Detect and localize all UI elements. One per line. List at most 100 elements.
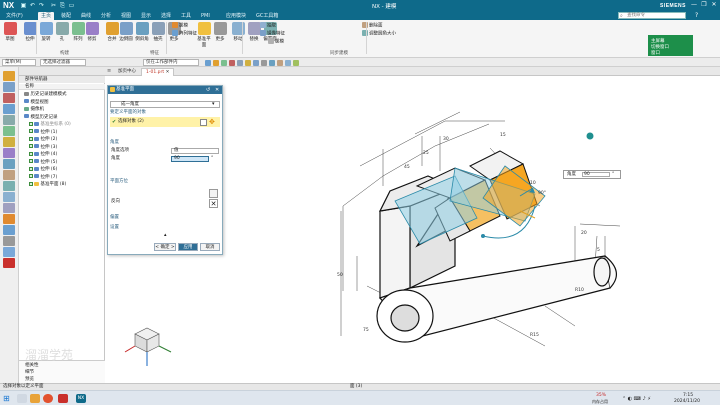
- wps-icon[interactable]: [58, 394, 68, 403]
- section-angle[interactable]: 角度: [110, 139, 220, 146]
- ok-button[interactable]: < 确定 >: [154, 243, 176, 251]
- ribbon-small-button[interactable]: 调整圆角大小: [362, 30, 396, 37]
- ribbon-button[interactable]: 移动: [230, 22, 246, 48]
- navigator-row[interactable]: 拉伸 (1): [19, 129, 105, 137]
- window-switch-panel[interactable]: 主屏幕 切换窗口 窗口: [648, 35, 693, 56]
- menu-tab[interactable]: 装配: [58, 12, 74, 20]
- section-offset[interactable]: 偏置: [110, 214, 220, 221]
- help-icon[interactable]: ?: [695, 12, 698, 19]
- navigator-row[interactable]: 基准平面 (8): [19, 181, 105, 189]
- snap-tool-icon[interactable]: [245, 59, 251, 66]
- resource-tab-icon[interactable]: [3, 225, 15, 235]
- snap-icon[interactable]: ✥: [209, 118, 215, 126]
- close-dialog-icon[interactable]: ✕: [215, 86, 219, 94]
- snap-tool-icon[interactable]: [253, 59, 259, 66]
- angle-onscreen-input[interactable]: 角度 90 °: [563, 170, 621, 179]
- visibility-check-icon[interactable]: [29, 136, 33, 141]
- search-taskbar-icon[interactable]: [17, 394, 27, 403]
- nx-taskbar-icon[interactable]: NX: [76, 394, 86, 403]
- navigator-row[interactable]: 模型历史记录: [19, 114, 105, 122]
- navigator-row[interactable]: 拉伸 (2): [19, 136, 105, 144]
- reverse-direction-button[interactable]: ✕: [209, 199, 218, 208]
- flip-icon[interactable]: [209, 189, 218, 198]
- menu-tab[interactable]: PMI: [198, 12, 213, 20]
- ribbon-button[interactable]: 孔: [54, 22, 70, 48]
- undo-icon[interactable]: ↶: [29, 2, 36, 9]
- copy-icon[interactable]: ⎘: [59, 2, 66, 9]
- command-search-input[interactable]: 查找命令: [618, 12, 686, 19]
- ribbon-button[interactable]: 更多: [212, 22, 228, 48]
- menu-tab[interactable]: 显示: [138, 12, 154, 20]
- snap-tool-icon[interactable]: [237, 59, 243, 66]
- view-triad[interactable]: [124, 327, 172, 366]
- resource-tab-icon[interactable]: [3, 115, 15, 125]
- section-objects[interactable]: 要定义平面的对象: [110, 109, 220, 116]
- explorer-icon[interactable]: [30, 394, 40, 403]
- visibility-check-icon[interactable]: [29, 151, 33, 156]
- ribbon-small-button[interactable]: 抽取: [260, 22, 276, 29]
- resource-tab-icon[interactable]: [3, 159, 15, 169]
- resource-tab-icon[interactable]: [3, 258, 15, 268]
- save-icon[interactable]: ▣: [20, 2, 27, 9]
- plane-type-dropdown[interactable]: 成一角度: [110, 101, 220, 108]
- ribbon-button[interactable]: 倒斜角: [134, 22, 150, 48]
- resource-tab-icon[interactable]: [3, 203, 15, 213]
- resource-tab-icon[interactable]: [3, 214, 15, 224]
- selection-scope-dropdown[interactable]: 仅在工作部件内: [143, 59, 199, 66]
- snap-tool-icon[interactable]: [277, 59, 283, 66]
- ribbon-button[interactable]: 抽壳: [150, 22, 166, 48]
- visibility-check-icon[interactable]: [29, 144, 33, 148]
- navigator-row[interactable]: 历史记录建模模式: [19, 91, 105, 99]
- snap-tool-icon[interactable]: [229, 59, 235, 66]
- navigator-row[interactable]: 拉伸 (7): [19, 174, 105, 182]
- navigator-row[interactable]: 模型视图: [19, 99, 105, 107]
- apply-button[interactable]: 应用: [178, 243, 198, 251]
- snap-tool-icon[interactable]: [269, 59, 275, 66]
- ribbon-button[interactable]: 边倒圆: [118, 22, 134, 48]
- reset-icon[interactable]: ↺: [206, 86, 210, 94]
- menu-tab[interactable]: 选择: [158, 12, 174, 20]
- resource-tab-icon[interactable]: [3, 247, 15, 257]
- navigator-row[interactable]: 拉伸 (5): [19, 159, 105, 167]
- navigator-column-header[interactable]: 名称: [19, 84, 105, 90]
- resource-tab-icon[interactable]: [3, 148, 15, 158]
- resource-tab-icon[interactable]: [3, 170, 15, 180]
- angle-value-field[interactable]: 90: [171, 156, 209, 162]
- resource-tab-icon[interactable]: [3, 236, 15, 246]
- selection-filter-dropdown[interactable]: 无选择过滤器: [40, 59, 86, 66]
- minimize-button[interactable]: —: [690, 1, 698, 9]
- tab-part-file[interactable]: 1-01.prt ✕: [141, 68, 175, 76]
- menu-dropdown[interactable]: 菜单(M): [2, 59, 36, 66]
- menu-tab[interactable]: 工具: [178, 12, 194, 20]
- section-plane-orientation[interactable]: 平面方位: [110, 178, 220, 185]
- ribbon-small-button[interactable]: 阵列特征: [172, 30, 197, 37]
- resource-tab-icon[interactable]: [3, 104, 15, 114]
- visibility-check-icon[interactable]: [29, 174, 33, 178]
- section-settings[interactable]: 设置: [110, 224, 220, 231]
- origin-marker[interactable]: [586, 132, 594, 140]
- navigator-row[interactable]: 拉伸 (3): [19, 144, 105, 152]
- menu-tab[interactable]: GC工具箱: [253, 12, 281, 20]
- snap-tool-icon[interactable]: [285, 59, 291, 66]
- navigator-row[interactable]: 摄像机: [19, 106, 105, 114]
- menu-tab[interactable]: 应用模块: [223, 12, 249, 20]
- ribbon-small-button[interactable]: 拔模: [268, 38, 284, 45]
- redo-icon[interactable]: ↷: [38, 2, 45, 9]
- navigator-row[interactable]: 基准坐标系 (0): [19, 121, 105, 129]
- visibility-check-icon[interactable]: [29, 129, 33, 133]
- maximize-button[interactable]: ❐: [700, 1, 708, 9]
- close-button[interactable]: ✕: [710, 1, 718, 9]
- windows-start-icon[interactable]: ⊞: [3, 394, 10, 403]
- ribbon-button[interactable]: 修剪: [84, 22, 100, 48]
- cancel-button[interactable]: 取消: [200, 243, 220, 251]
- ribbon-small-button[interactable]: 镜像特征: [260, 30, 285, 37]
- window-icon[interactable]: ▭: [68, 2, 75, 9]
- cut-icon[interactable]: ✂: [50, 2, 57, 9]
- snap-tool-icon[interactable]: [293, 59, 299, 66]
- tray-icons[interactable]: ⌃ ◐ ⌨ ♪ ⚡: [622, 396, 651, 402]
- resource-tab-icon[interactable]: [3, 82, 15, 92]
- navigator-row[interactable]: 拉伸 (4): [19, 151, 105, 159]
- tab-home-center[interactable]: 加页中心: [114, 68, 140, 76]
- float-angle-field[interactable]: 90: [582, 172, 610, 177]
- snap-tool-icon[interactable]: [261, 59, 267, 66]
